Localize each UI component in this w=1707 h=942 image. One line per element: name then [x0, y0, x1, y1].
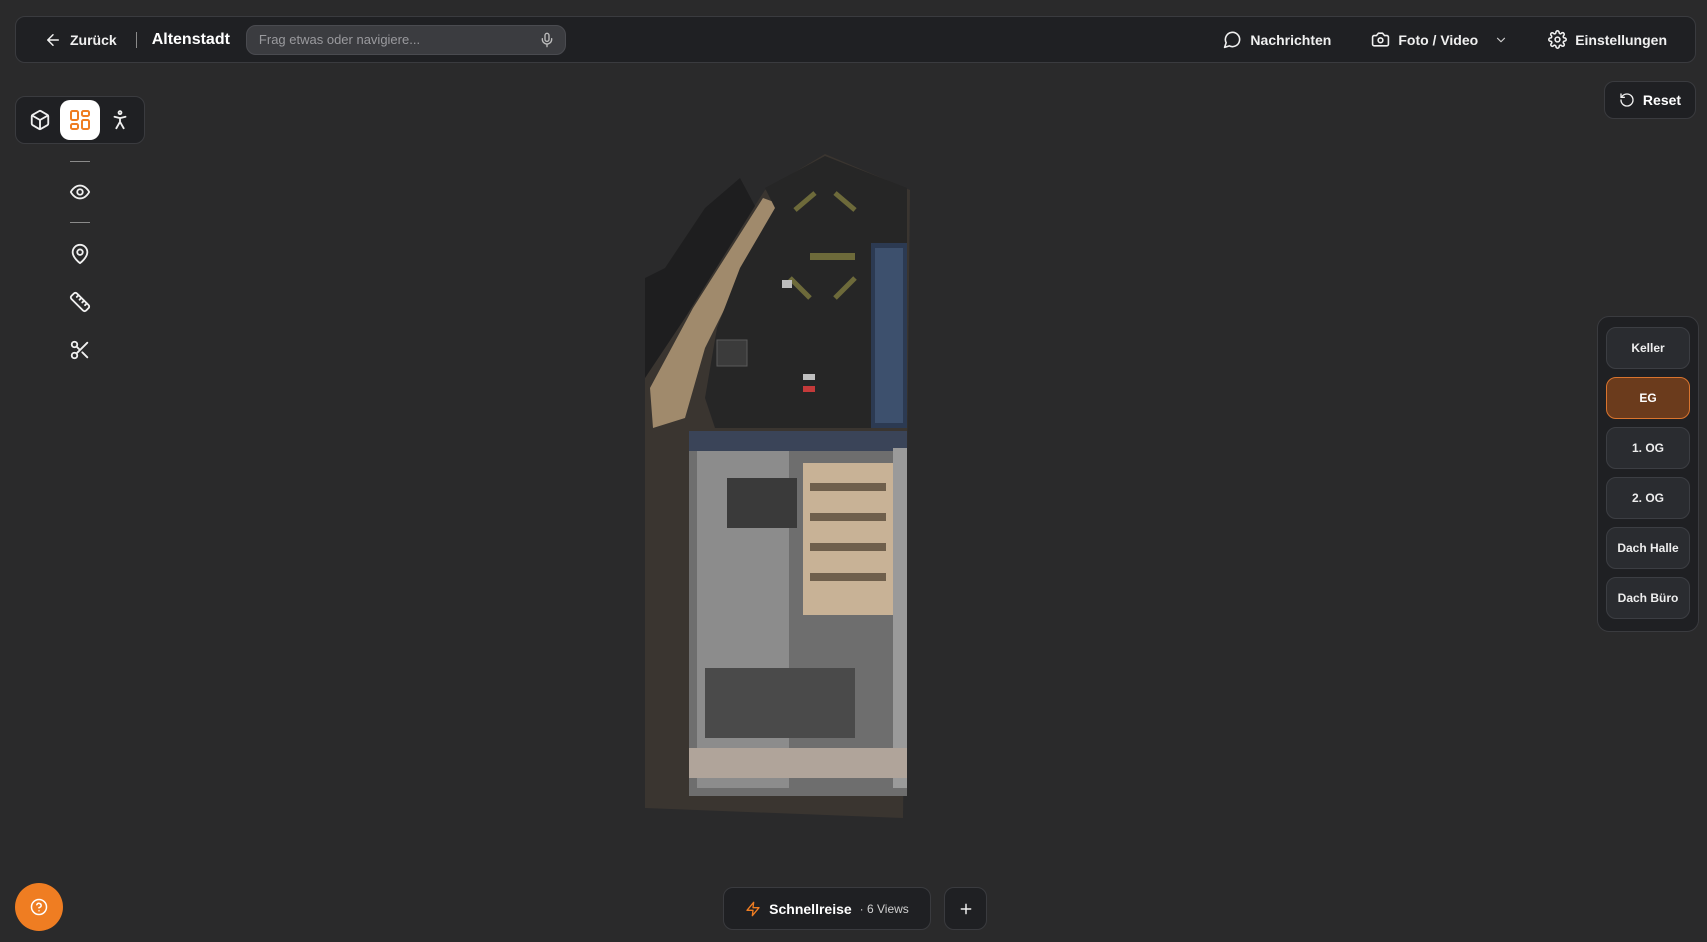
- rotate-ccw-icon: [1619, 92, 1635, 108]
- pin-tool-button[interactable]: [62, 236, 98, 272]
- scissors-icon: [69, 339, 91, 361]
- hall-dark-zone: [727, 478, 797, 528]
- help-circle-icon: [30, 898, 48, 916]
- floorplan-grid-icon: [68, 108, 92, 132]
- hall-bay-row: [810, 513, 886, 521]
- plus-icon: [958, 901, 974, 917]
- floorplan-pointcloud-view[interactable]: [645, 148, 1040, 818]
- media-label: Foto / Video: [1398, 31, 1479, 48]
- back-button[interactable]: Zurück: [44, 31, 117, 49]
- hall-dark-zone: [705, 668, 855, 738]
- quick-travel-button[interactable]: Schnellreise · 6 Views: [723, 887, 931, 930]
- search-box: [245, 24, 566, 55]
- floor-2og-button[interactable]: 2. OG: [1606, 477, 1690, 519]
- floor-keller-button[interactable]: Keller: [1606, 327, 1690, 369]
- messages-label: Nachrichten: [1250, 31, 1332, 48]
- settings-label: Einstellungen: [1575, 31, 1667, 48]
- floor-dach-buero-button[interactable]: Dach Büro: [1606, 577, 1690, 619]
- hall-bay-row: [810, 483, 886, 491]
- hall-bay-row: [810, 573, 886, 581]
- left-toolbar: [62, 150, 98, 368]
- hall-bay-row: [810, 543, 886, 551]
- outbuilding: [716, 339, 748, 367]
- divider: [70, 222, 90, 223]
- view-mode-3d-button[interactable]: [20, 100, 60, 140]
- blue-building-detail: [875, 248, 903, 423]
- car: [782, 280, 792, 288]
- parking-stripe: [810, 253, 855, 260]
- quick-travel-label: Schnellreise: [769, 900, 852, 917]
- add-view-button[interactable]: [944, 887, 987, 930]
- messages-button[interactable]: Nachrichten: [1223, 30, 1331, 49]
- cut-tool-button[interactable]: [62, 332, 98, 368]
- measure-tool-button[interactable]: [62, 284, 98, 320]
- camera-icon: [1371, 30, 1390, 49]
- settings-button[interactable]: Einstellungen: [1548, 30, 1667, 49]
- divider: [135, 31, 137, 48]
- ruler-icon: [69, 291, 91, 313]
- cube-icon: [29, 109, 51, 131]
- top-bar: Zurück Altenstadt Nachrichten Foto / Vid…: [15, 16, 1696, 63]
- reset-button[interactable]: Reset: [1604, 81, 1696, 119]
- car: [803, 386, 815, 392]
- eye-icon: [69, 181, 91, 203]
- reset-label: Reset: [1642, 92, 1682, 108]
- arrow-left-icon: [44, 31, 62, 49]
- view-mode-floorplan-button[interactable]: [60, 100, 100, 140]
- lightning-icon: [745, 901, 761, 917]
- floor-selector: Keller EG 1. OG 2. OG Dach Halle Dach Bü…: [1597, 316, 1699, 632]
- person-walk-icon: [109, 109, 131, 131]
- quick-travel-count: · 6 Views: [859, 901, 909, 916]
- back-label: Zurück: [70, 31, 117, 48]
- chat-bubble-icon: [1223, 30, 1242, 49]
- gear-icon: [1548, 30, 1568, 49]
- visibility-tool-button[interactable]: [62, 174, 98, 210]
- map-pin-icon: [69, 243, 91, 265]
- project-name: Altenstadt: [151, 30, 230, 48]
- help-button[interactable]: [15, 883, 63, 931]
- hall-bottom-strip: [689, 748, 907, 778]
- search-input[interactable]: [256, 31, 539, 48]
- hall-right-column: [893, 448, 907, 788]
- floor-dach-halle-button[interactable]: Dach Halle: [1606, 527, 1690, 569]
- microphone-icon[interactable]: [539, 32, 555, 48]
- chevron-down-icon: [1494, 33, 1508, 47]
- hall-top-strip: [689, 431, 907, 451]
- car: [803, 374, 815, 380]
- view-mode-walk-button[interactable]: [100, 100, 140, 140]
- divider: [70, 161, 90, 162]
- view-mode-switcher: [15, 96, 145, 144]
- media-dropdown[interactable]: Foto / Video: [1371, 30, 1508, 49]
- floor-eg-button[interactable]: EG: [1606, 377, 1690, 419]
- floor-1og-button[interactable]: 1. OG: [1606, 427, 1690, 469]
